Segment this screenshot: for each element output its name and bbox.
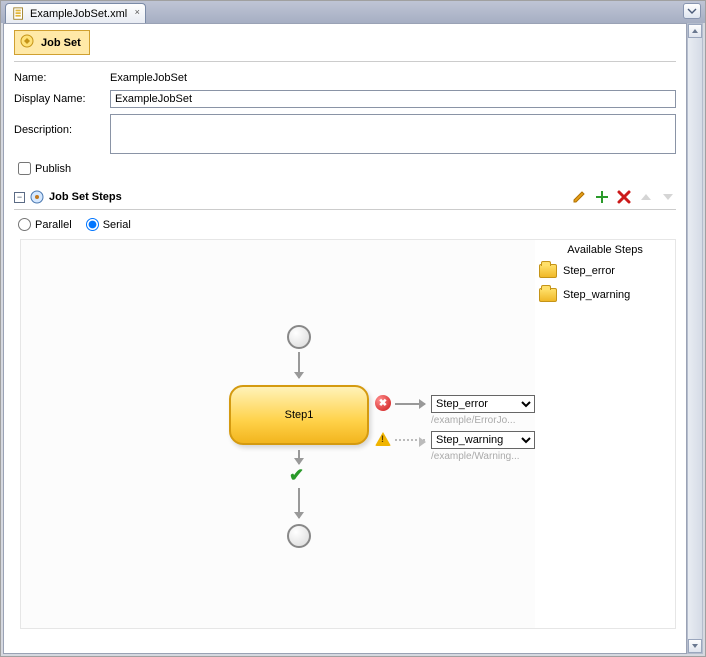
displayname-input[interactable] bbox=[110, 90, 676, 108]
flow-canvas[interactable]: Step1 ✔ ✖ Step_error /example/ErrorJo...… bbox=[21, 240, 535, 628]
close-icon[interactable]: × bbox=[132, 7, 142, 17]
edit-icon[interactable] bbox=[572, 189, 588, 205]
steps-title: Job Set Steps bbox=[49, 191, 572, 203]
steps-icon bbox=[29, 189, 45, 205]
tab-overflow-button[interactable] bbox=[683, 3, 701, 19]
name-label: Name: bbox=[14, 72, 110, 84]
warning-badge-icon bbox=[375, 432, 391, 446]
vertical-scrollbar[interactable] bbox=[687, 23, 703, 654]
description-input[interactable] bbox=[110, 114, 676, 154]
serial-radio[interactable] bbox=[86, 218, 99, 231]
jobset-heading-text: Job Set bbox=[41, 37, 81, 49]
step-node[interactable]: Step1 bbox=[229, 385, 369, 445]
delete-icon[interactable] bbox=[616, 189, 632, 205]
check-icon: ✔ bbox=[289, 465, 304, 486]
warning-path-text: /example/Warning... bbox=[431, 451, 520, 462]
scroll-down-button[interactable] bbox=[688, 639, 702, 653]
parallel-text: Parallel bbox=[35, 219, 72, 231]
serial-text: Serial bbox=[103, 219, 131, 231]
diagram-area: Step1 ✔ ✖ Step_error /example/ErrorJo...… bbox=[20, 239, 676, 629]
description-label: Description: bbox=[14, 114, 110, 136]
error-step-select[interactable]: Step_error bbox=[431, 395, 535, 413]
jobset-icon bbox=[19, 33, 35, 52]
publish-label: Publish bbox=[35, 163, 71, 175]
serial-radio-label[interactable]: Serial bbox=[86, 218, 131, 231]
available-step-label: Step_error bbox=[563, 265, 615, 277]
move-down-icon[interactable] bbox=[660, 189, 676, 205]
editor-content: Job Set Name: ExampleJobSet Display Name… bbox=[3, 23, 687, 654]
start-node[interactable] bbox=[287, 325, 311, 349]
name-value: ExampleJobSet bbox=[110, 72, 187, 84]
add-icon[interactable] bbox=[594, 189, 610, 205]
end-node[interactable] bbox=[287, 524, 311, 548]
move-up-icon[interactable] bbox=[638, 189, 654, 205]
jobset-heading: Job Set bbox=[14, 30, 90, 55]
parallel-radio[interactable] bbox=[18, 218, 31, 231]
folder-icon bbox=[539, 288, 557, 302]
xml-file-icon bbox=[12, 7, 26, 21]
arrow-to-warning bbox=[395, 439, 425, 441]
collapse-toggle[interactable]: − bbox=[14, 192, 25, 203]
tab-filename: ExampleJobSet.xml bbox=[30, 8, 127, 20]
available-step-item[interactable]: Step_warning bbox=[539, 288, 671, 302]
arrow-start-to-step bbox=[298, 352, 300, 378]
available-steps-panel: Available Steps Step_error Step_warning bbox=[535, 240, 675, 628]
parallel-radio-label[interactable]: Parallel bbox=[18, 218, 72, 231]
available-step-item[interactable]: Step_error bbox=[539, 264, 671, 278]
arrow-step-to-check bbox=[298, 450, 300, 464]
arrow-to-error bbox=[395, 403, 425, 405]
folder-icon bbox=[539, 264, 557, 278]
file-tab[interactable]: ExampleJobSet.xml × bbox=[5, 3, 146, 23]
warning-step-select[interactable]: Step_warning bbox=[431, 431, 535, 449]
error-badge-icon: ✖ bbox=[375, 395, 391, 411]
error-path-text: /example/ErrorJo... bbox=[431, 415, 515, 426]
tab-bar: ExampleJobSet.xml × bbox=[1, 1, 705, 23]
publish-checkbox[interactable] bbox=[18, 162, 31, 175]
arrow-check-to-end bbox=[298, 488, 300, 518]
scroll-up-button[interactable] bbox=[688, 24, 702, 38]
step-node-label: Step1 bbox=[285, 409, 314, 421]
available-step-label: Step_warning bbox=[563, 289, 630, 301]
available-steps-title: Available Steps bbox=[539, 244, 671, 256]
displayname-label: Display Name: bbox=[14, 93, 110, 105]
